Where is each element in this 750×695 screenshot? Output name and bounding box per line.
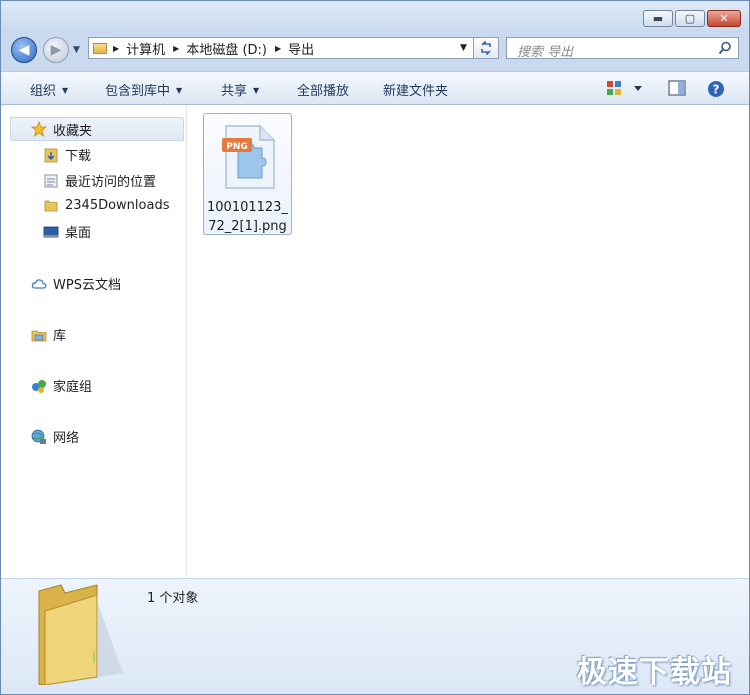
preview-pane-icon (668, 80, 686, 96)
sidebar-item-label: 网络 (53, 431, 80, 446)
preview-pane-button[interactable] (668, 80, 686, 100)
desktop-icon (43, 226, 59, 237)
refresh-button[interactable] (473, 37, 499, 59)
content-area: 收藏夹 下载 最近访问的位置 2345Downloads 桌面 WPS云文档 库… (1, 105, 749, 578)
file-item[interactable]: PNG 100101123_72_2[1].png (203, 113, 292, 235)
sidebar-item-label: 收藏夹 (53, 123, 93, 139)
sidebar-item-desktop[interactable]: 桌面 (43, 222, 91, 241)
explorer-window: ▬ ▢ ✕ ◀ ▶ ▼ ▶ 计算机 ▶ 本地磁盘 (D:) ▶ 导出 ▼ 搜索 … (0, 0, 750, 695)
recent-pages-dropdown[interactable]: ▼ (73, 45, 80, 55)
search-icon[interactable] (718, 41, 732, 55)
navigation-bar: ◀ ▶ ▼ ▶ 计算机 ▶ 本地磁盘 (D:) ▶ 导出 ▼ 搜索 导出 (1, 33, 749, 67)
file-name: 100101123_72_2[1].png (207, 200, 288, 234)
sidebar-item-label: 家庭组 (53, 380, 93, 395)
change-view-button[interactable] (606, 80, 646, 100)
png-file-icon: PNG (222, 125, 275, 189)
search-placeholder: 搜索 导出 (517, 45, 574, 60)
breadcrumb-export[interactable]: 导出 (288, 39, 314, 58)
help-button[interactable]: ? (707, 80, 725, 102)
folder-icon (93, 42, 107, 54)
recent-places-icon (44, 174, 58, 187)
breadcrumb-computer[interactable]: 计算机 (126, 39, 165, 58)
help-icon: ? (708, 81, 724, 97)
sidebar-item-recent-places[interactable]: 最近访问的位置 (43, 171, 156, 190)
sidebar-item-2345downloads[interactable]: 2345Downloads (43, 197, 169, 213)
sidebar-item-homegroup[interactable]: 家庭组 (31, 376, 92, 395)
sidebar-item-network[interactable]: 网络 (31, 427, 79, 446)
organize-label: 组织 (30, 84, 57, 99)
downloads-folder-icon (44, 148, 58, 162)
chevron-down-icon: ▼ (176, 86, 183, 95)
sidebar-item-label: 库 (53, 329, 67, 344)
minimize-button[interactable]: ▬ (643, 10, 673, 27)
star-icon (31, 121, 47, 137)
sidebar-item-wps-cloud[interactable]: WPS云文档 (31, 274, 121, 293)
sidebar-item-label: 2345Downloads (65, 197, 170, 213)
watermark-logo: 极速下载站 (577, 655, 732, 690)
folder-icon (44, 200, 58, 212)
chevron-right-icon[interactable]: ▶ (173, 44, 179, 53)
maximize-button[interactable]: ▢ (675, 10, 705, 27)
sidebar-item-label: 最近访问的位置 (65, 175, 157, 190)
window-controls: ▬ ▢ ✕ (641, 10, 741, 27)
share-label: 共享 (221, 84, 248, 99)
address-bar[interactable]: ▶ 计算机 ▶ 本地磁盘 (D:) ▶ 导出 ▼ (88, 37, 497, 59)
sidebar-item-label: 下载 (65, 149, 92, 164)
back-button[interactable]: ◀ (11, 37, 37, 63)
sidebar-item-label: WPS云文档 (53, 278, 121, 293)
refresh-icon (481, 41, 491, 55)
new-folder-button[interactable]: 新建文件夹 (383, 80, 448, 99)
view-options-icon (607, 81, 642, 95)
homegroup-icon (32, 379, 46, 393)
search-input[interactable]: 搜索 导出 (506, 37, 739, 60)
chevron-right-icon[interactable]: ▶ (113, 44, 119, 53)
folder-icon (38, 584, 123, 685)
sidebar-item-favorites[interactable]: 收藏夹 (10, 117, 184, 141)
include-in-library-label: 包含到库中 (105, 84, 171, 99)
object-count: 1 个对象 (147, 591, 199, 606)
organize-menu[interactable]: 组织 ▼ (30, 80, 68, 99)
chevron-down-icon: ▼ (253, 86, 260, 95)
svg-text:?: ? (713, 83, 720, 97)
command-bar: 组织 ▼ 包含到库中 ▼ 共享 ▼ 全部播放 新建文件夹 ? (1, 71, 749, 105)
play-all-button[interactable]: 全部播放 (297, 80, 349, 99)
chevron-right-icon[interactable]: ▶ (275, 44, 281, 53)
breadcrumb-local-disk[interactable]: 本地磁盘 (D:) (186, 39, 267, 58)
sidebar-item-label: 桌面 (65, 226, 92, 241)
close-button[interactable]: ✕ (707, 10, 741, 27)
forward-button[interactable]: ▶ (43, 37, 69, 63)
network-icon (31, 429, 46, 444)
file-type-badge: PNG (226, 142, 248, 152)
library-icon (31, 330, 47, 341)
share-menu[interactable]: 共享 ▼ (221, 80, 259, 99)
chevron-down-icon: ▼ (62, 86, 69, 95)
title-bar: ▬ ▢ ✕ (1, 1, 749, 33)
navigation-pane: 收藏夹 下载 最近访问的位置 2345Downloads 桌面 WPS云文档 库… (1, 105, 187, 578)
include-in-library-menu[interactable]: 包含到库中 ▼ (105, 80, 182, 99)
sidebar-item-downloads[interactable]: 下载 (43, 145, 91, 164)
details-pane: 1 个对象 极速下载站 (1, 578, 749, 694)
cloud-icon (31, 278, 47, 289)
sidebar-item-libraries[interactable]: 库 (31, 325, 66, 344)
